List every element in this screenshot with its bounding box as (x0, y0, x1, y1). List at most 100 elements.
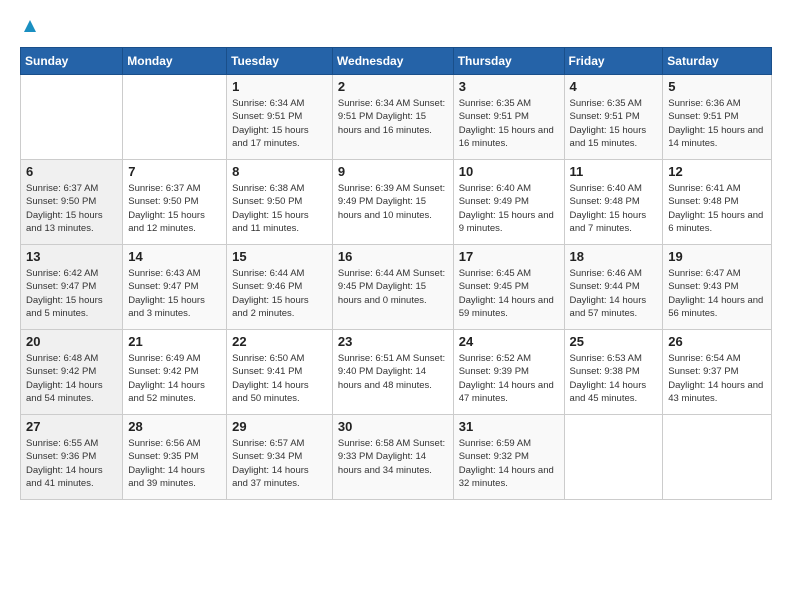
cell-info: Sunrise: 6:43 AM Sunset: 9:47 PM Dayligh… (128, 267, 221, 320)
calendar-cell: 15 Sunrise: 6:44 AM Sunset: 9:46 PM Dayli… (227, 245, 333, 330)
calendar-cell: 29Sunrise: 6:57 AM Sunset: 9:34 PM Dayli… (227, 415, 333, 500)
day-number: 16 (338, 249, 448, 264)
day-number: 24 (459, 334, 559, 349)
calendar-cell: 5 Sunrise: 6:36 AM Sunset: 9:51 PM Daylig… (663, 75, 772, 160)
calendar-cell: 11 Sunrise: 6:40 AM Sunset: 9:48 PM Dayli… (564, 160, 663, 245)
cell-info: Sunrise: 6:48 AM Sunset: 9:42 PM Dayligh… (26, 352, 117, 405)
day-number: 30 (338, 419, 448, 434)
cell-info: Sunrise: 6:44 AM Sunset: 9:45 PM Dayligh… (338, 267, 448, 307)
calendar-cell: 30 Sunrise: 6:58 AM Sunset: 9:33 PM Dayli… (332, 415, 453, 500)
calendar-cell: 13 Sunrise: 6:42 AM Sunset: 9:47 PM Dayli… (21, 245, 123, 330)
calendar-cell: 6Sunrise: 6:37 AM Sunset: 9:50 PM Daylig… (21, 160, 123, 245)
day-number: 3 (459, 79, 559, 94)
calendar-cell (663, 415, 772, 500)
calendar-cell (21, 75, 123, 160)
calendar-cell: 7Sunrise: 6:37 AM Sunset: 9:50 PM Daylig… (123, 160, 227, 245)
calendar-cell: 14 Sunrise: 6:43 AM Sunset: 9:47 PM Dayli… (123, 245, 227, 330)
cell-info: Sunrise: 6:55 AM Sunset: 9:36 PM Dayligh… (26, 437, 117, 490)
day-number: 6 (26, 164, 117, 179)
day-number: 25 (570, 334, 658, 349)
day-number: 8 (232, 164, 327, 179)
cell-info: Sunrise: 6:38 AM Sunset: 9:50 PM Dayligh… (232, 182, 327, 235)
calendar-cell (123, 75, 227, 160)
day-number: 21 (128, 334, 221, 349)
calendar-cell: 22 Sunrise: 6:50 AM Sunset: 9:41 PM Dayli… (227, 330, 333, 415)
day-number: 23 (338, 334, 448, 349)
calendar-cell: 20Sunrise: 6:48 AM Sunset: 9:42 PM Dayli… (21, 330, 123, 415)
cell-info: Sunrise: 6:46 AM Sunset: 9:44 PM Dayligh… (570, 267, 658, 320)
cell-info: Sunrise: 6:34 AM Sunset: 9:51 PM Dayligh… (338, 97, 448, 137)
calendar-cell: 31Sunrise: 6:59 AM Sunset: 9:32 PM Dayli… (453, 415, 564, 500)
day-number: 26 (668, 334, 766, 349)
cell-info: Sunrise: 6:44 AM Sunset: 9:46 PM Dayligh… (232, 267, 327, 320)
day-number: 27 (26, 419, 117, 434)
day-number: 5 (668, 79, 766, 94)
cell-info: Sunrise: 6:50 AM Sunset: 9:41 PM Dayligh… (232, 352, 327, 405)
calendar-cell: 26 Sunrise: 6:54 AM Sunset: 9:37 PM Dayli… (663, 330, 772, 415)
calendar-cell: 17 Sunrise: 6:45 AM Sunset: 9:45 PM Dayli… (453, 245, 564, 330)
day-number: 1 (232, 79, 327, 94)
day-number: 10 (459, 164, 559, 179)
day-number: 22 (232, 334, 327, 349)
cell-info: Sunrise: 6:45 AM Sunset: 9:45 PM Dayligh… (459, 267, 559, 320)
calendar-cell: 19Sunrise: 6:47 AM Sunset: 9:43 PM Dayli… (663, 245, 772, 330)
cell-info: Sunrise: 6:49 AM Sunset: 9:42 PM Dayligh… (128, 352, 221, 405)
weekday-header-saturday: Saturday (663, 48, 772, 75)
day-number: 2 (338, 79, 448, 94)
cell-info: Sunrise: 6:39 AM Sunset: 9:49 PM Dayligh… (338, 182, 448, 222)
day-number: 4 (570, 79, 658, 94)
cell-info: Sunrise: 6:52 AM Sunset: 9:39 PM Dayligh… (459, 352, 559, 405)
calendar-cell: 23 Sunrise: 6:51 AM Sunset: 9:40 PM Dayli… (332, 330, 453, 415)
day-number: 14 (128, 249, 221, 264)
cell-info: Sunrise: 6:34 AM Sunset: 9:51 PM Dayligh… (232, 97, 327, 150)
calendar-cell (564, 415, 663, 500)
day-number: 15 (232, 249, 327, 264)
cell-info: Sunrise: 6:40 AM Sunset: 9:48 PM Dayligh… (570, 182, 658, 235)
day-number: 11 (570, 164, 658, 179)
cell-info: Sunrise: 6:54 AM Sunset: 9:37 PM Dayligh… (668, 352, 766, 405)
weekday-header-thursday: Thursday (453, 48, 564, 75)
cell-info: Sunrise: 6:58 AM Sunset: 9:33 PM Dayligh… (338, 437, 448, 477)
calendar-cell: 28 Sunrise: 6:56 AM Sunset: 9:35 PM Dayli… (123, 415, 227, 500)
calendar-cell: 8 Sunrise: 6:38 AM Sunset: 9:50 PM Daylig… (227, 160, 333, 245)
calendar-cell: 2 Sunrise: 6:34 AM Sunset: 9:51 PM Daylig… (332, 75, 453, 160)
weekday-header-wednesday: Wednesday (332, 48, 453, 75)
cell-info: Sunrise: 6:41 AM Sunset: 9:48 PM Dayligh… (668, 182, 766, 235)
day-number: 18 (570, 249, 658, 264)
calendar-cell: 16 Sunrise: 6:44 AM Sunset: 9:45 PM Dayli… (332, 245, 453, 330)
cell-info: Sunrise: 6:56 AM Sunset: 9:35 PM Dayligh… (128, 437, 221, 490)
weekday-header-monday: Monday (123, 48, 227, 75)
calendar-cell: 27 Sunrise: 6:55 AM Sunset: 9:36 PM Dayli… (21, 415, 123, 500)
calendar-cell: 10 Sunrise: 6:40 AM Sunset: 9:49 PM Dayli… (453, 160, 564, 245)
calendar-cell: 21 Sunrise: 6:49 AM Sunset: 9:42 PM Dayli… (123, 330, 227, 415)
cell-info: Sunrise: 6:42 AM Sunset: 9:47 PM Dayligh… (26, 267, 117, 320)
day-number: 28 (128, 419, 221, 434)
day-number: 9 (338, 164, 448, 179)
cell-info: Sunrise: 6:40 AM Sunset: 9:49 PM Dayligh… (459, 182, 559, 235)
calendar-cell: 4 Sunrise: 6:35 AM Sunset: 9:51 PM Daylig… (564, 75, 663, 160)
day-number: 13 (26, 249, 117, 264)
calendar-cell: 25 Sunrise: 6:53 AM Sunset: 9:38 PM Dayli… (564, 330, 663, 415)
logo-icon (22, 18, 38, 34)
calendar-cell: 12 Sunrise: 6:41 AM Sunset: 9:48 PM Dayli… (663, 160, 772, 245)
logo (20, 20, 38, 37)
day-number: 12 (668, 164, 766, 179)
cell-info: Sunrise: 6:57 AM Sunset: 9:34 PM Dayligh… (232, 437, 327, 490)
day-number: 19 (668, 249, 766, 264)
weekday-header-sunday: Sunday (21, 48, 123, 75)
calendar-cell: 24 Sunrise: 6:52 AM Sunset: 9:39 PM Dayli… (453, 330, 564, 415)
cell-info: Sunrise: 6:53 AM Sunset: 9:38 PM Dayligh… (570, 352, 658, 405)
cell-info: Sunrise: 6:35 AM Sunset: 9:51 PM Dayligh… (459, 97, 559, 150)
page-header (20, 20, 772, 37)
weekday-header-friday: Friday (564, 48, 663, 75)
cell-info: Sunrise: 6:59 AM Sunset: 9:32 PM Dayligh… (459, 437, 559, 490)
cell-info: Sunrise: 6:35 AM Sunset: 9:51 PM Dayligh… (570, 97, 658, 150)
calendar-cell: 9 Sunrise: 6:39 AM Sunset: 9:49 PM Daylig… (332, 160, 453, 245)
calendar-cell: 3 Sunrise: 6:35 AM Sunset: 9:51 PM Daylig… (453, 75, 564, 160)
weekday-header-tuesday: Tuesday (227, 48, 333, 75)
day-number: 17 (459, 249, 559, 264)
cell-info: Sunrise: 6:51 AM Sunset: 9:40 PM Dayligh… (338, 352, 448, 392)
calendar-table: SundayMondayTuesdayWednesdayThursdayFrid… (20, 47, 772, 500)
calendar-cell: 1 Sunrise: 6:34 AM Sunset: 9:51 PM Daylig… (227, 75, 333, 160)
cell-info: Sunrise: 6:36 AM Sunset: 9:51 PM Dayligh… (668, 97, 766, 150)
